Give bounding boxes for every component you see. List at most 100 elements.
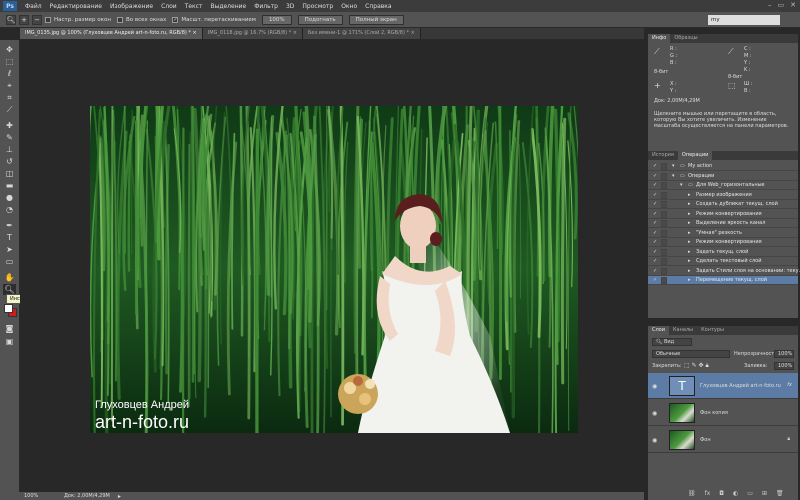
blend-mode-select[interactable]: Обычные <box>652 350 730 358</box>
menu-edit[interactable]: Редактирование <box>46 3 106 10</box>
action-row[interactable]: ✓ ▸ Размер изображения <box>648 191 798 200</box>
document-image[interactable] <box>90 106 578 433</box>
collapse-arrow-icon[interactable]: ▸ <box>688 191 691 200</box>
visibility-eye-icon[interactable]: ◉ <box>652 437 657 444</box>
action-enabled-check-icon[interactable]: ✓ <box>653 268 658 274</box>
action-enabled-check-icon[interactable]: ✓ <box>653 173 658 179</box>
text-layer-thumbnail[interactable]: T <box>669 376 695 396</box>
dialog-toggle[interactable] <box>661 248 667 256</box>
fill-input[interactable]: 100% <box>774 362 794 370</box>
action-row[interactable]: ✓ ▸ Режим конвертирования <box>648 238 798 247</box>
eyedropper-tool-icon[interactable]: ⟋ <box>3 104 16 115</box>
action-row[interactable]: ✓ ▸ Сделать текстовый слой <box>648 257 798 266</box>
action-row[interactable]: ✓ ▸ Режим конвертирования <box>648 210 798 219</box>
action-enabled-check-icon[interactable]: ✓ <box>653 259 658 264</box>
menu-text[interactable]: Текст <box>181 3 207 10</box>
action-row[interactable]: ✓ ▾ ▭ Для Web_горизонтальные <box>648 181 798 190</box>
action-enabled-check-icon[interactable]: ✓ <box>653 278 658 283</box>
lock-icons[interactable]: ⬚ ✎ ✥ 🔒︎ <box>684 362 709 370</box>
close-button[interactable]: ✕ <box>790 1 796 9</box>
fx-badge[interactable]: fx <box>787 382 792 388</box>
collapse-arrow-icon[interactable]: ▸ <box>688 219 691 228</box>
tab-history[interactable]: История <box>648 151 678 160</box>
maximize-button[interactable]: ▭ <box>778 1 785 9</box>
marquee-tool-icon[interactable]: ⬚ <box>3 56 16 67</box>
blur-tool-icon[interactable]: ● <box>3 192 16 203</box>
layer-filter-select[interactable]: 🔍︎ Вид <box>652 338 692 346</box>
tab-paths[interactable]: Контуры <box>697 326 728 335</box>
collapse-arrow-icon[interactable]: ▸ <box>688 229 691 238</box>
brush-tool-icon[interactable]: ✎ <box>3 132 16 143</box>
menu-help[interactable]: Справка <box>361 3 395 10</box>
action-enabled-check-icon[interactable]: ✓ <box>653 183 658 188</box>
type-tool-icon[interactable]: T <box>3 232 16 243</box>
action-row[interactable]: ✓ ▸ Создать дубликат текущ. слой <box>648 200 798 209</box>
foreground-color-swatch[interactable] <box>4 304 13 313</box>
visibility-eye-icon[interactable]: ◉ <box>652 383 657 390</box>
folder-icon[interactable]: ▭ <box>747 490 753 497</box>
scrubby-zoom-option[interactable]: ✓ Масшт. перетаскиванием <box>172 16 256 23</box>
mask-icon[interactable]: ◘ <box>719 490 724 497</box>
minimize-button[interactable]: – <box>768 1 772 9</box>
dialog-toggle[interactable] <box>661 220 667 227</box>
checkbox[interactable] <box>45 16 51 23</box>
collapse-arrow-icon[interactable]: ▸ <box>688 248 691 257</box>
menu-3d[interactable]: 3D <box>282 3 298 10</box>
fill-screen-button[interactable]: Полный экран <box>348 14 404 25</box>
layer-row[interactable]: ◉ T Глуховцев Андрей art-n-foto.ru fx <box>648 373 798 399</box>
healing-brush-tool-icon[interactable]: ✚ <box>3 120 16 131</box>
adjustment-icon[interactable]: ◐ <box>733 490 738 497</box>
action-row[interactable]: ✓ ▾ ▭ My action <box>648 162 798 171</box>
zoom-in-icon[interactable]: + <box>19 14 29 25</box>
gradient-tool-icon[interactable]: ▬ <box>3 180 16 191</box>
shape-tool-icon[interactable]: ▭ <box>3 256 16 267</box>
action-enabled-check-icon[interactable]: ✓ <box>653 202 658 207</box>
path-select-tool-icon[interactable]: ➤ <box>3 244 16 255</box>
all-windows-option[interactable]: Во всех окнах <box>116 16 166 23</box>
dialog-toggle[interactable] <box>661 191 667 199</box>
menu-view[interactable]: Просмотр <box>298 3 337 10</box>
zoom-out-icon[interactable]: − <box>32 14 42 25</box>
collapse-arrow-icon[interactable]: ▸ <box>688 238 691 247</box>
visibility-eye-icon[interactable]: ◉ <box>652 410 657 417</box>
expand-arrow-icon[interactable]: ▾ <box>672 172 675 181</box>
menu-window[interactable]: Окно <box>337 3 361 10</box>
lasso-tool-icon[interactable]: ℓ <box>3 68 16 79</box>
opacity-input[interactable]: 100% <box>774 350 794 358</box>
layer-thumbnail[interactable] <box>669 403 695 423</box>
dialog-toggle[interactable] <box>661 239 667 246</box>
dialog-toggle[interactable] <box>661 229 667 237</box>
layer-row[interactable]: ◉ Фон копия <box>648 400 798 426</box>
action-row[interactable]: ✓ ▸ "Умная" резкость <box>648 229 798 238</box>
action-enabled-check-icon[interactable]: ✓ <box>653 221 658 226</box>
layer-thumbnail[interactable] <box>669 430 695 450</box>
expand-arrow-icon[interactable]: ▾ <box>680 181 683 190</box>
tab-layers[interactable]: Слои <box>648 326 669 335</box>
status-menu-arrow-icon[interactable]: ▸ <box>118 493 121 500</box>
expand-arrow-icon[interactable]: ▾ <box>672 162 675 171</box>
quick-mask-icon[interactable]: ◙ <box>3 323 16 334</box>
zoom-tool-preset-icon[interactable]: 🔍︎ <box>6 14 16 25</box>
actual-pixels-button[interactable]: 100% <box>261 14 292 25</box>
menu-file[interactable]: Файл <box>21 3 46 10</box>
tab-channels[interactable]: Каналы <box>669 326 697 335</box>
action-enabled-check-icon[interactable]: ✓ <box>653 192 658 198</box>
action-enabled-check-icon[interactable]: ✓ <box>653 240 658 245</box>
dialog-toggle[interactable] <box>661 163 667 170</box>
workspace-select[interactable]: my <box>708 15 780 25</box>
fx-icon[interactable]: fx <box>705 490 711 497</box>
collapse-arrow-icon[interactable]: ▸ <box>688 267 691 276</box>
action-row[interactable]: ✓ ▸ Задать Стили слоя на основании: теку..… <box>648 267 800 276</box>
link-icon[interactable]: ⛓ <box>688 490 696 497</box>
crop-tool-icon[interactable]: ⌗ <box>3 92 16 103</box>
tab-swatches[interactable]: Образцы <box>670 34 701 43</box>
menu-image[interactable]: Изображение <box>106 3 157 10</box>
quick-select-tool-icon[interactable]: ⌖ <box>3 80 16 91</box>
action-row[interactable]: ✓ ▾ ▭ Операции <box>648 172 798 181</box>
hand-tool-icon[interactable]: ✋ <box>3 272 16 283</box>
dialog-toggle[interactable] <box>661 277 667 284</box>
action-enabled-check-icon[interactable]: ✓ <box>653 249 658 255</box>
zoom-level[interactable]: 100% <box>24 493 54 499</box>
tab-img-0118[interactable]: IMG_0118.jpg @ 16.7% (RGB/8) * × <box>202 28 303 39</box>
action-enabled-check-icon[interactable]: ✓ <box>653 230 658 236</box>
